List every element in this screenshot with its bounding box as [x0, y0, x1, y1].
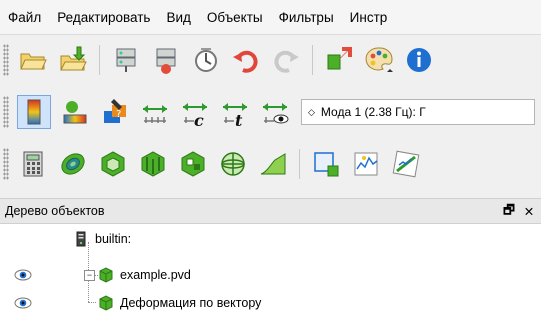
- menu-sources[interactable]: Объекты: [207, 10, 263, 25]
- mode-selector-label: Мода 1 (2.38 Гц): Г: [320, 105, 426, 119]
- rescale-custom-icon[interactable]: c: [179, 96, 211, 128]
- plot-over-line-icon[interactable]: [390, 148, 422, 180]
- color-map-icon[interactable]: [17, 95, 51, 129]
- panel-title: Дерево объектов: [5, 204, 105, 218]
- calculator-icon[interactable]: [17, 148, 49, 180]
- menu-file[interactable]: Файл: [8, 10, 41, 25]
- stream-tracer-icon[interactable]: [257, 148, 289, 180]
- pipeline-tree: builtin: − example.pvd Деформация по век…: [0, 224, 541, 332]
- svg-text:c: c: [194, 111, 204, 127]
- load-state-icon[interactable]: [57, 44, 89, 76]
- color-toolbar: ? c t ◇ Мода 1 (2.38 Гц): Г: [0, 89, 541, 135]
- rescale-visible-icon[interactable]: [259, 96, 291, 128]
- svg-text:t: t: [235, 111, 243, 127]
- tree-item-label: example.pvd: [120, 268, 191, 282]
- redo-icon[interactable]: [270, 44, 302, 76]
- mode-selector[interactable]: ◇ Мода 1 (2.38 Гц): Г: [301, 99, 535, 125]
- menu-bar: Файл Редактировать Вид Объекты Фильтры И…: [0, 0, 541, 34]
- visibility-eye-icon[interactable]: [14, 297, 32, 309]
- toolbar-grip[interactable]: [3, 147, 9, 180]
- tree-row[interactable]: builtin:: [0, 226, 541, 252]
- toolbar-separator: [312, 45, 313, 75]
- filters-toolbar: [0, 137, 541, 190]
- tree-row[interactable]: Деформация по вектору: [0, 290, 541, 316]
- toolbar-grip[interactable]: [3, 44, 9, 76]
- camera-reset-icon[interactable]: [323, 44, 355, 76]
- collapse-toggle[interactable]: −: [84, 270, 95, 281]
- threshold-icon[interactable]: [177, 148, 209, 180]
- visibility-eye-icon[interactable]: [14, 269, 32, 281]
- tree-item-label: Деформация по вектору: [120, 296, 262, 310]
- glyph-icon[interactable]: [217, 148, 249, 180]
- diamond-icon: ◇: [308, 106, 315, 117]
- green-block-icon: [98, 295, 114, 311]
- toolbar-separator: [299, 148, 300, 179]
- menu-tools[interactable]: Инстр: [350, 10, 388, 25]
- slice-icon[interactable]: [137, 148, 169, 180]
- contour-icon[interactable]: [57, 148, 89, 180]
- plot-data-icon[interactable]: [350, 148, 382, 180]
- toolbar-grip[interactable]: [3, 96, 9, 128]
- reset-session-icon[interactable]: [190, 44, 222, 76]
- undo-icon[interactable]: [230, 44, 262, 76]
- main-toolbar: [0, 34, 541, 85]
- server-icon: [73, 231, 89, 247]
- green-block-icon: [98, 267, 114, 283]
- close-panel-button[interactable]: ✕: [521, 204, 537, 219]
- open-folder-icon[interactable]: [17, 44, 49, 76]
- color-legend-icon[interactable]: [59, 96, 91, 128]
- menu-view[interactable]: Вид: [166, 10, 190, 25]
- disconnect-icon[interactable]: [150, 44, 182, 76]
- rescale-time-icon[interactable]: t: [219, 96, 251, 128]
- svg-text:?: ?: [116, 109, 121, 120]
- toolbar-separator: [99, 45, 100, 75]
- palette-icon[interactable]: [363, 44, 395, 76]
- rescale-range-icon[interactable]: [139, 96, 171, 128]
- edit-colormap-icon[interactable]: ?: [99, 96, 131, 128]
- tree-item-label: builtin:: [95, 232, 132, 246]
- menu-edit[interactable]: Редактировать: [57, 10, 150, 25]
- float-panel-button[interactable]: 🗗: [501, 201, 517, 222]
- clip-icon[interactable]: [97, 148, 129, 180]
- connect-icon[interactable]: [110, 44, 142, 76]
- help-icon[interactable]: [403, 44, 435, 76]
- tree-row[interactable]: − example.pvd: [0, 262, 541, 288]
- menu-filters[interactable]: Фильтры: [279, 10, 334, 25]
- pipeline-panel-header: Дерево объектов 🗗 ✕: [0, 198, 541, 224]
- extract-selection-icon[interactable]: [310, 148, 342, 180]
